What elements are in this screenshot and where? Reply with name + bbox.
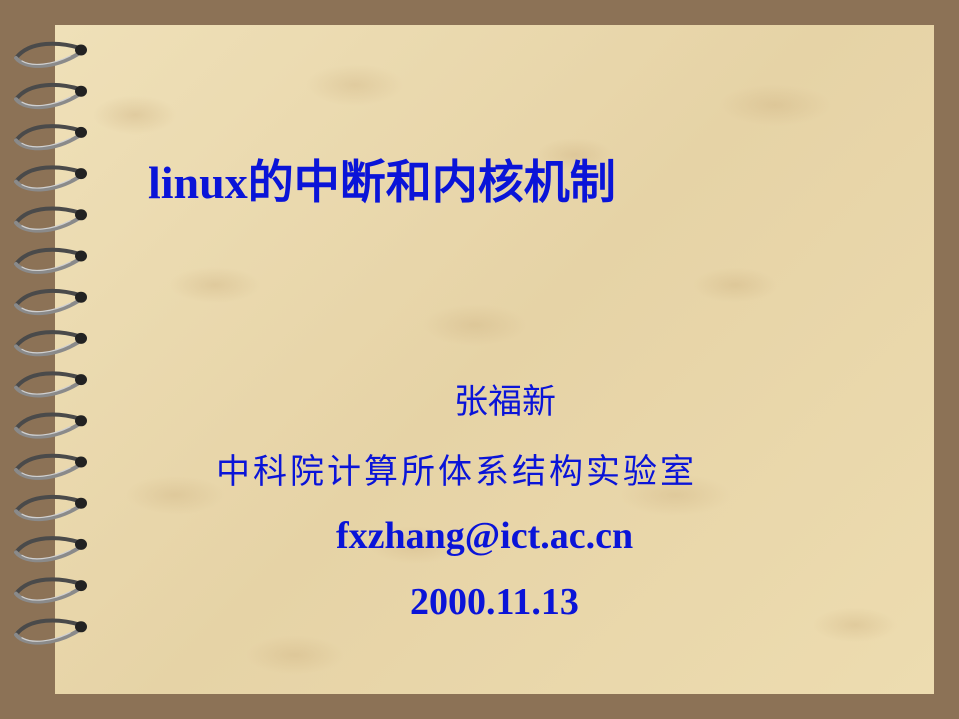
spiral-ring-icon: [14, 412, 87, 439]
spiral-ring-icon: [14, 206, 87, 233]
spiral-ring-icon: [14, 536, 87, 563]
presentation-date: 2000.11.13: [410, 581, 579, 623]
author-name: 张福新: [454, 382, 556, 422]
spiral-ring-icon: [14, 453, 87, 480]
spiral-ring-icon: [14, 577, 87, 604]
affiliation: 中科院计算所体系结构实验室: [216, 452, 697, 492]
slide-title: linux的中断和内核机制: [148, 157, 616, 208]
spiral-ring-icon: [14, 371, 87, 398]
spiral-ring-icon: [14, 330, 87, 357]
spiral-ring-icon: [14, 165, 87, 192]
spiral-ring-icon: [14, 82, 87, 110]
spiral-ring-icon: [14, 124, 87, 151]
email-address: fxzhang@ict.ac.cn: [336, 515, 634, 557]
spiral-ring-icon: [14, 618, 87, 645]
spiral-ring-icon: [14, 247, 87, 274]
spiral-ring-icon: [14, 494, 87, 522]
spiral-binding-icon: [14, 41, 87, 645]
spiral-ring-icon: [14, 288, 87, 316]
spiral-ring-icon: [14, 41, 87, 68]
slide: linux的中断和内核机制 张福新 中科院计算所体系结构实验室 fxzhang@…: [0, 0, 959, 719]
